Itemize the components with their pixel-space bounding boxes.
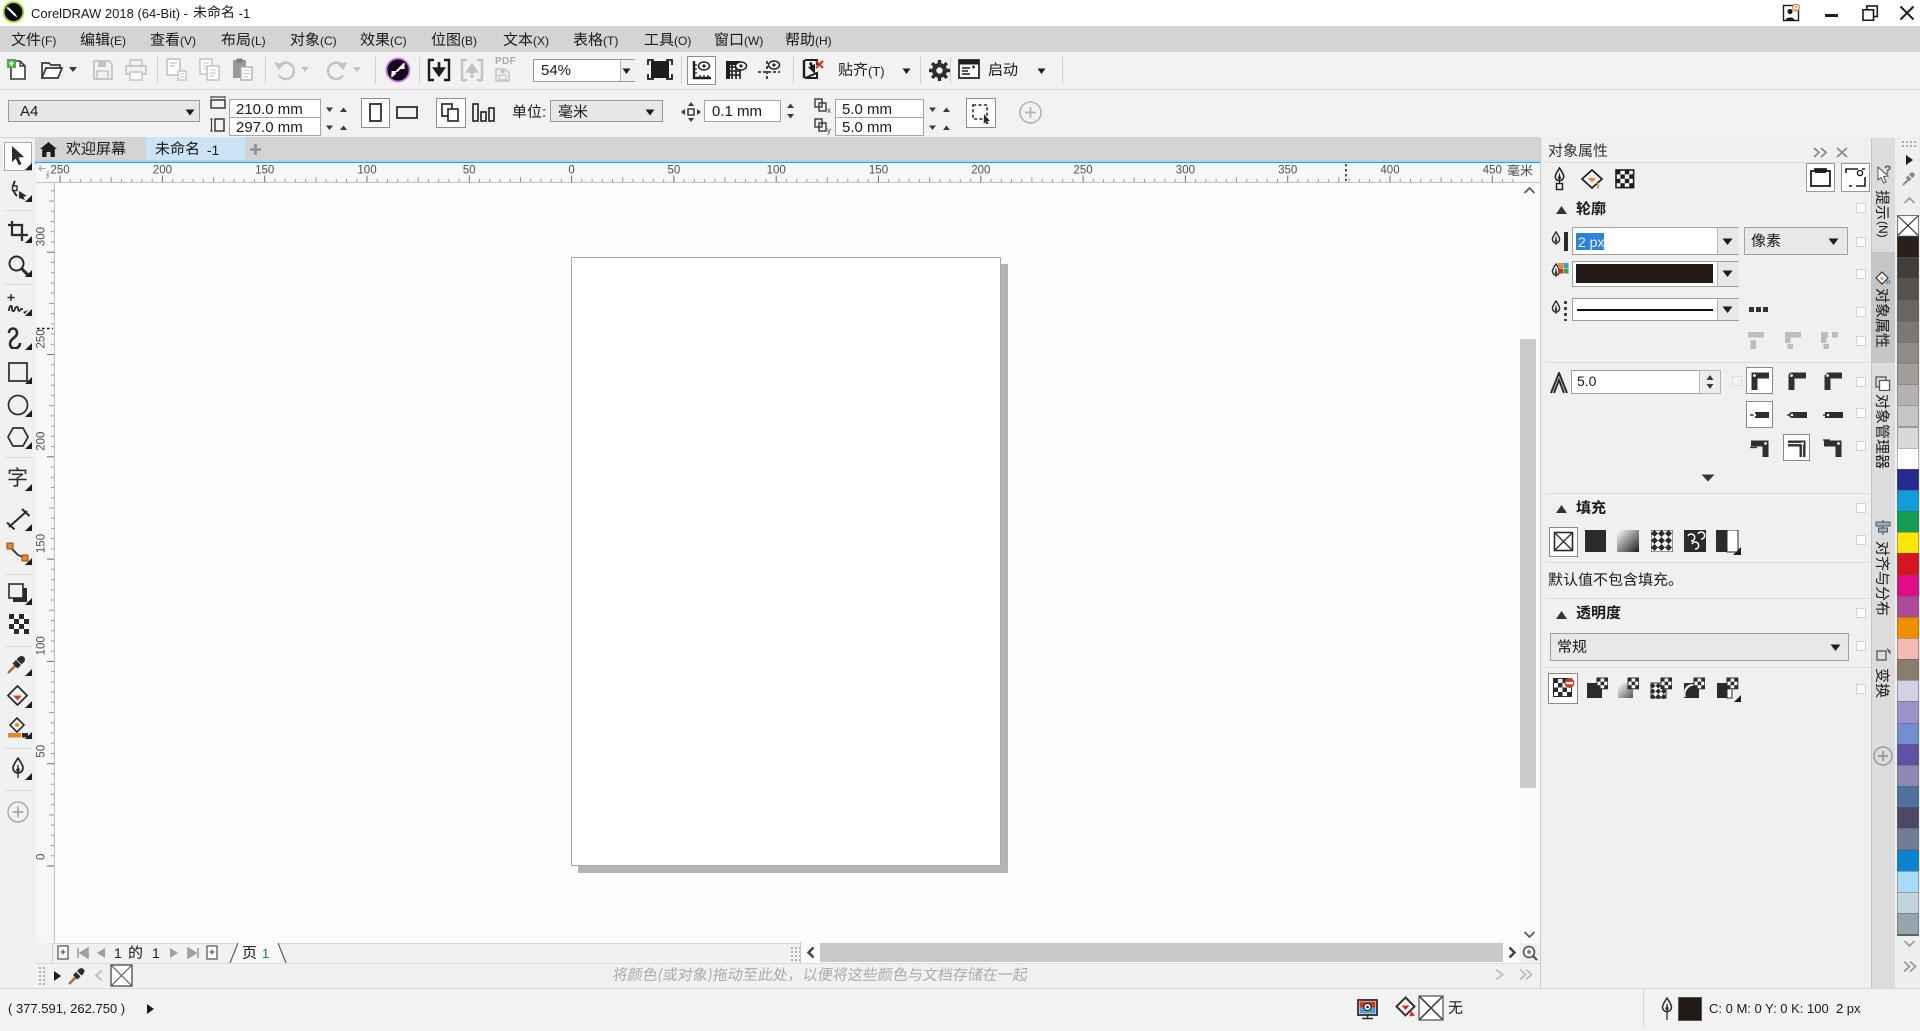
- svg-text:50: 50: [36, 745, 48, 758]
- svg-text:0: 0: [36, 854, 48, 860]
- svg-text:300: 300: [36, 227, 48, 246]
- svg-text:100: 100: [36, 636, 48, 655]
- svg-text:250: 250: [36, 329, 48, 348]
- svg-text:200: 200: [36, 432, 48, 451]
- svg-text:150: 150: [36, 534, 48, 553]
